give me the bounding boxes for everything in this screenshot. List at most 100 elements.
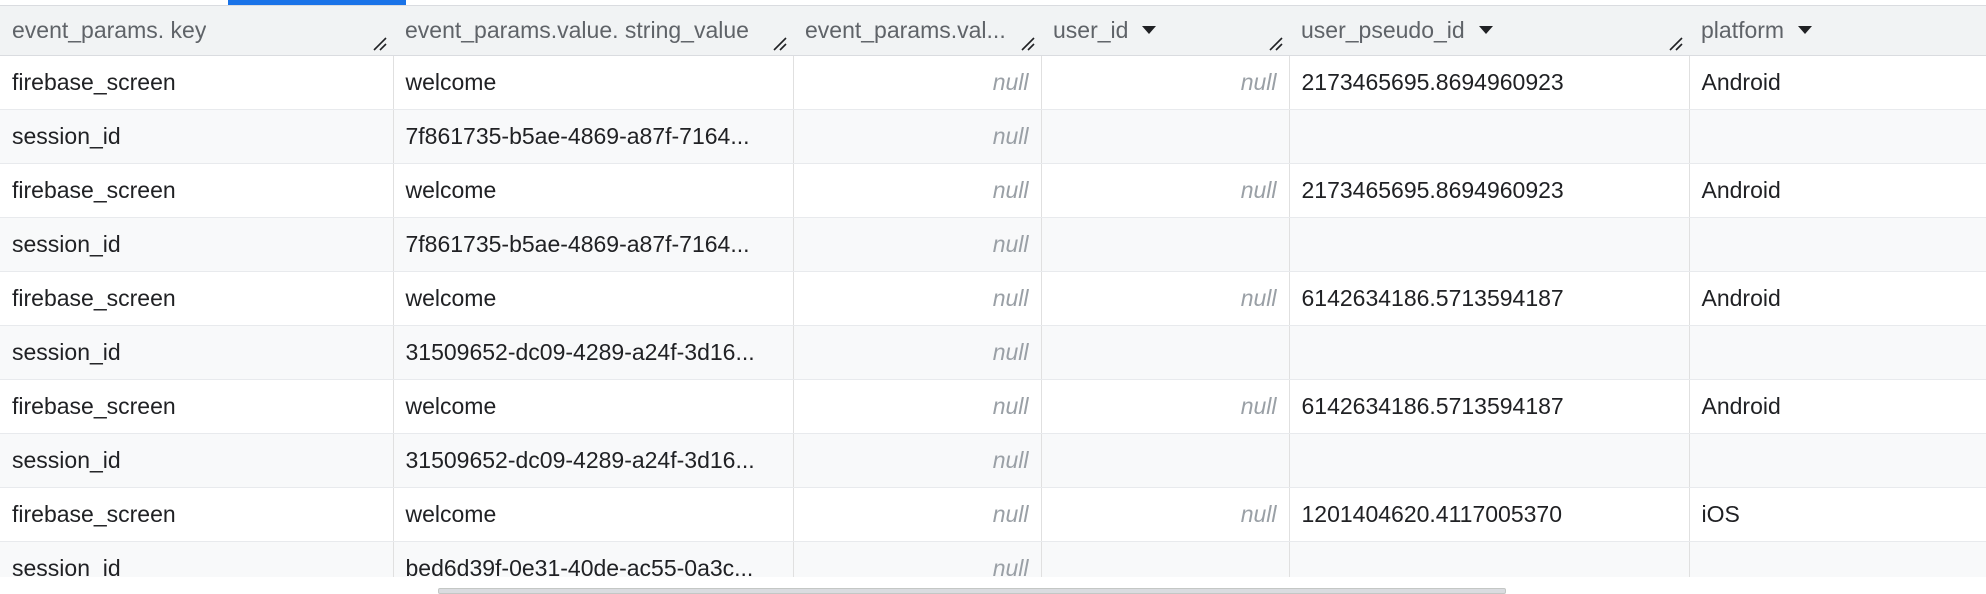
column-header[interactable]: event_params.val... — [793, 6, 1041, 56]
sort-down-icon[interactable] — [1142, 26, 1157, 35]
horizontal-scrollbar[interactable] — [438, 588, 1506, 594]
sort-down-icon[interactable] — [1478, 26, 1493, 35]
cell-param-value[interactable]: null — [793, 541, 1042, 577]
cell-param-key[interactable]: session_id — [0, 325, 394, 380]
cell-param-key[interactable]: session_id — [0, 217, 394, 272]
cell-param-key[interactable]: firebase_screen — [0, 163, 394, 218]
cell-user-id[interactable]: null — [1041, 55, 1290, 110]
column-header-content: user_pseudo_id — [1301, 17, 1493, 44]
cell-string-value[interactable]: welcome — [393, 163, 794, 218]
column-header-content: user_id — [1053, 16, 1157, 44]
column-header-label: event_params. key — [12, 16, 207, 43]
sort-down-icon[interactable] — [1798, 26, 1813, 35]
cell-param-key[interactable]: firebase_screen — [0, 379, 394, 434]
column-header[interactable]: platform — [1689, 6, 1986, 56]
cell-user-pseudo-id[interactable]: 6142634186.5713594187 — [1289, 379, 1690, 434]
results-table: event_params. key event_params.value. str… — [0, 6, 1986, 577]
column-header[interactable]: event_params.value. string_value — [393, 6, 793, 56]
cell-user-pseudo-id[interactable] — [1289, 433, 1690, 488]
cell-param-key[interactable]: firebase_screen — [0, 487, 394, 542]
cell-param-value[interactable]: null — [793, 271, 1042, 326]
cell-user-pseudo-id[interactable]: 1201404620.4117005370 — [1289, 487, 1690, 542]
table-row[interactable]: session_id 31509652-dc09-4289-a24f-3d16..… — [0, 433, 1986, 488]
cell-platform[interactable]: iOS — [1689, 487, 1986, 542]
cell-param-value[interactable]: null — [793, 379, 1042, 434]
cell-param-key[interactable]: session_id — [0, 433, 394, 488]
cell-platform[interactable]: Android — [1689, 379, 1986, 434]
cell-user-id[interactable]: null — [1041, 271, 1290, 326]
cell-param-value[interactable]: null — [793, 433, 1042, 488]
cell-string-value[interactable]: 31509652-dc09-4289-a24f-3d16... — [393, 433, 794, 488]
column-header-label: user_id — [1053, 16, 1129, 43]
cell-user-id[interactable] — [1041, 541, 1290, 577]
cell-param-value[interactable]: null — [793, 163, 1042, 218]
table-row[interactable]: session_id 7f861735-b5ae-4869-a87f-7164..… — [0, 217, 1986, 272]
cell-param-value[interactable]: null — [793, 487, 1042, 542]
column-header-content: event_params. key — [12, 17, 206, 44]
table-row[interactable]: firebase_screen welcome null null 2173465695… — [0, 163, 1986, 218]
cell-param-key[interactable]: firebase_screen — [0, 55, 394, 110]
cell-param-key[interactable]: firebase_screen — [0, 271, 394, 326]
column-resize-icon[interactable] — [1667, 35, 1683, 51]
header-row: event_params. key event_params.value. str… — [0, 6, 1986, 56]
cell-user-id[interactable]: null — [1041, 487, 1290, 542]
cell-platform[interactable] — [1689, 433, 1986, 488]
cell-string-value[interactable]: welcome — [393, 379, 794, 434]
table-row[interactable]: session_id bed6d39f-0e31-40de-ac55-0a3c..… — [0, 541, 1986, 577]
cell-platform[interactable] — [1689, 217, 1986, 272]
cell-user-pseudo-id[interactable] — [1289, 109, 1690, 164]
cell-param-value[interactable]: null — [793, 55, 1042, 110]
column-header-label: user_pseudo_id — [1301, 16, 1465, 43]
cell-string-value[interactable]: welcome — [393, 271, 794, 326]
table-row[interactable]: firebase_screen welcome null null 6142634186… — [0, 271, 1986, 326]
table-row[interactable]: firebase_screen welcome null null 1201404620… — [0, 487, 1986, 542]
cell-user-id[interactable] — [1041, 325, 1290, 380]
table-row[interactable]: session_id 7f861735-b5ae-4869-a87f-7164..… — [0, 109, 1986, 164]
cell-platform[interactable] — [1689, 325, 1986, 380]
cell-platform[interactable]: Android — [1689, 55, 1986, 110]
cell-string-value[interactable]: 7f861735-b5ae-4869-a87f-7164... — [393, 217, 794, 272]
table-row[interactable]: firebase_screen welcome null null 2173465695… — [0, 55, 1986, 110]
column-resize-icon[interactable] — [1019, 35, 1035, 51]
cell-user-id[interactable]: null — [1041, 379, 1290, 434]
cell-string-value[interactable]: bed6d39f-0e31-40de-ac55-0a3c... — [393, 541, 794, 577]
query-results-viewport: event_params. key event_params.value. str… — [0, 0, 1986, 594]
column-header[interactable]: user_id — [1041, 6, 1289, 56]
table-row[interactable]: firebase_screen welcome null null 6142634186… — [0, 379, 1986, 434]
cell-user-pseudo-id[interactable] — [1289, 541, 1690, 577]
results-grid[interactable]: event_params. key event_params.value. str… — [0, 6, 1986, 577]
cell-param-value[interactable]: null — [793, 109, 1042, 164]
column-header[interactable]: event_params. key — [0, 6, 393, 56]
cell-user-id[interactable] — [1041, 109, 1290, 164]
cell-user-pseudo-id[interactable] — [1289, 325, 1690, 380]
cell-user-id[interactable] — [1041, 433, 1290, 488]
column-resize-icon[interactable] — [771, 35, 787, 51]
cell-user-pseudo-id[interactable] — [1289, 217, 1690, 272]
cell-user-pseudo-id[interactable]: 2173465695.8694960923 — [1289, 55, 1690, 110]
cell-param-key[interactable]: session_id — [0, 109, 394, 164]
column-header-label: event_params.value. string_value — [405, 16, 749, 43]
column-header-content: event_params.value. string_value — [405, 17, 749, 44]
cell-string-value[interactable]: welcome — [393, 487, 794, 542]
table-row[interactable]: session_id 31509652-dc09-4289-a24f-3d16..… — [0, 325, 1986, 380]
cell-platform[interactable] — [1689, 109, 1986, 164]
cell-string-value[interactable]: 31509652-dc09-4289-a24f-3d16... — [393, 325, 794, 380]
column-resize-icon[interactable] — [371, 35, 387, 51]
cell-user-pseudo-id[interactable]: 2173465695.8694960923 — [1289, 163, 1690, 218]
cell-user-pseudo-id[interactable]: 6142634186.5713594187 — [1289, 271, 1690, 326]
cell-platform[interactable]: Android — [1689, 271, 1986, 326]
table-body: firebase_screen welcome null null 2173465695… — [0, 55, 1986, 577]
column-header-label: platform — [1701, 16, 1785, 43]
cell-param-key[interactable]: session_id — [0, 541, 394, 577]
column-header[interactable]: user_pseudo_id — [1289, 6, 1689, 56]
cell-param-value[interactable]: null — [793, 217, 1042, 272]
cell-string-value[interactable]: 7f861735-b5ae-4869-a87f-7164... — [393, 109, 794, 164]
cell-string-value[interactable]: welcome — [393, 55, 794, 110]
column-header-content: platform — [1701, 16, 1813, 44]
cell-platform[interactable]: Android — [1689, 163, 1986, 218]
cell-user-id[interactable] — [1041, 217, 1290, 272]
cell-platform[interactable] — [1689, 541, 1986, 577]
cell-param-value[interactable]: null — [793, 325, 1042, 380]
column-resize-icon[interactable] — [1267, 35, 1283, 51]
cell-user-id[interactable]: null — [1041, 163, 1290, 218]
